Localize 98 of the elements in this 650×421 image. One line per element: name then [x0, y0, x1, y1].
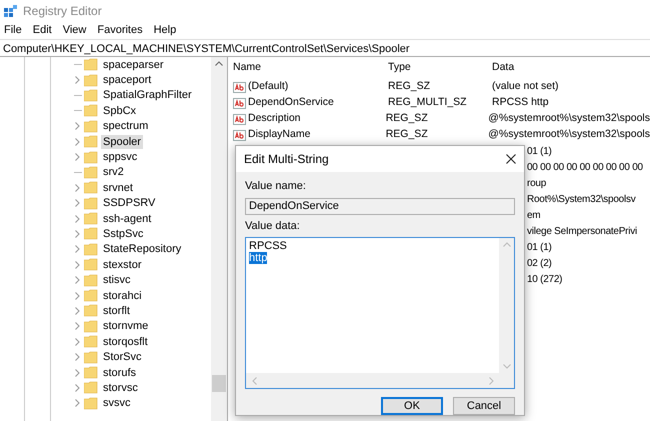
- tree-item[interactable]: SSDPSRV: [101, 196, 158, 210]
- tree-item[interactable]: SpatialGraphFilter: [101, 88, 194, 102]
- column-header[interactable]: Name: [231, 60, 386, 76]
- tree-item[interactable]: spaceparser: [101, 58, 166, 72]
- string-value-icon: [233, 80, 246, 94]
- value-name-field[interactable]: DependOnService: [245, 198, 515, 214]
- value-data: vilege SeImpersonatePrivi: [527, 224, 637, 238]
- tree-item[interactable]: storflt: [101, 304, 132, 318]
- expand-chevron-icon[interactable]: [74, 76, 80, 84]
- folder-icon: [84, 258, 98, 272]
- folder-icon: [84, 74, 98, 87]
- folder-icon: [84, 88, 98, 102]
- value-data: @%systemroot%\system32\spools: [487, 127, 650, 142]
- value-type: REG_SZ: [384, 111, 429, 126]
- tree-item[interactable]: storahci: [101, 288, 144, 303]
- string-value-icon: [233, 128, 246, 142]
- folder-icon: [84, 274, 98, 287]
- value-type: REG_SZ: [387, 79, 432, 94]
- text-line: RPCSS: [249, 240, 287, 252]
- address-bar[interactable]: Computer\HKEY_LOCAL_MACHINE\SYSTEM\CurrentControlSet\Services\Spooler: [0, 39, 650, 57]
- value-name[interactable]: DisplayName: [248, 127, 310, 143]
- value-data-field[interactable]: RPCSS http: [245, 237, 515, 389]
- value-data: 10 (272): [527, 272, 562, 286]
- value-data: RPCSS http: [491, 95, 549, 110]
- scrollbar-thumb[interactable]: [212, 375, 226, 392]
- folder-icon: [84, 150, 98, 164]
- value-data: 00 00 00 00 00 00 00 00 00: [527, 160, 643, 174]
- column-header[interactable]: Data: [490, 60, 514, 76]
- window-title: Registry Editor: [23, 3, 102, 20]
- value-data: 01 (1): [527, 240, 552, 254]
- folder-icon: [84, 366, 98, 379]
- scroll-up-icon[interactable]: [215, 61, 223, 66]
- menu-item[interactable]: File: [4, 22, 22, 39]
- value-name[interactable]: Description: [248, 111, 301, 127]
- field-label: Value name:: [245, 179, 307, 194]
- scrollbar[interactable]: [211, 57, 227, 421]
- tree-item[interactable]: ssh-agent: [101, 212, 154, 226]
- menu-item[interactable]: Help: [154, 22, 176, 39]
- string-value-icon: [233, 96, 246, 110]
- tree-item[interactable]: storqosflt: [101, 334, 150, 349]
- value-type: REG_MULTI_SZ: [387, 95, 468, 110]
- tree-item[interactable]: spectrum: [101, 119, 150, 134]
- scroll-left-icon[interactable]: [252, 376, 257, 384]
- folder-icon: [84, 304, 98, 318]
- registry-app-icon: [4, 4, 17, 18]
- folder-icon: [84, 104, 98, 118]
- dialog-button[interactable]: Cancel: [453, 397, 515, 415]
- scroll-down-icon[interactable]: [502, 364, 510, 369]
- menu-item[interactable]: Edit: [32, 22, 52, 39]
- folder-icon: [84, 381, 98, 394]
- menu-item[interactable]: Favorites: [97, 22, 143, 39]
- dialog-title: Edit Multi-String: [244, 151, 329, 168]
- folder-icon: [84, 396, 98, 410]
- tree-item[interactable]: SpbCx: [101, 104, 138, 118]
- value-data: 02 (2): [527, 256, 552, 270]
- folder-icon: [84, 196, 98, 210]
- folder-icon: [84, 120, 98, 133]
- tree-item[interactable]: stisvc: [101, 273, 132, 288]
- folder-icon: [84, 335, 98, 348]
- value-data: Root%\System32\spoolsv: [527, 192, 636, 206]
- field-label: Value data:: [245, 218, 301, 234]
- folder-icon: [84, 242, 98, 256]
- tree-item[interactable]: srvnet: [101, 180, 135, 195]
- value-data: @%systemroot%\system32\spools: [487, 111, 650, 126]
- folder-icon: [84, 135, 98, 148]
- folder-icon: [84, 227, 98, 240]
- menu-item[interactable]: View: [62, 22, 86, 39]
- tree-item[interactable]: stornvme: [101, 319, 150, 334]
- tree-item[interactable]: srv2: [101, 165, 126, 180]
- folder-icon: [84, 212, 98, 226]
- tree-item[interactable]: StorSvc: [101, 350, 144, 364]
- folder-icon: [84, 320, 98, 333]
- scroll-right-icon[interactable]: [489, 376, 494, 384]
- value-name[interactable]: DependOnService: [248, 95, 334, 111]
- value-data: em: [527, 208, 540, 222]
- tree-item[interactable]: spaceport: [101, 73, 154, 88]
- tree-item[interactable]: stexstor: [101, 258, 144, 272]
- tree-item[interactable]: storvsc: [101, 380, 140, 395]
- folder-icon: [84, 289, 98, 302]
- tree-item[interactable]: storufs: [101, 366, 138, 380]
- tree-item[interactable]: SstpSvc: [101, 226, 146, 241]
- string-value-icon: [233, 112, 246, 126]
- folder-icon: [84, 350, 98, 364]
- column-header[interactable]: Type: [386, 60, 490, 76]
- close-icon[interactable]: [506, 154, 516, 164]
- value-data: roup: [527, 176, 546, 190]
- value-type: REG_SZ: [384, 127, 429, 142]
- value-name[interactable]: (Default): [248, 79, 288, 95]
- tree-item[interactable]: StateRepository: [101, 242, 184, 256]
- value-data: (value not set): [491, 79, 559, 94]
- folder-icon: [84, 181, 98, 194]
- tree-item[interactable]: svsvc: [101, 396, 132, 410]
- tree-item[interactable]: sppsvc: [101, 150, 140, 164]
- dialog-button[interactable]: OK: [381, 397, 443, 415]
- tree-item[interactable]: Spooler: [101, 134, 143, 149]
- value-data: 01 (1): [527, 144, 552, 158]
- folder-icon: [84, 58, 98, 72]
- folder-icon: [84, 166, 98, 179]
